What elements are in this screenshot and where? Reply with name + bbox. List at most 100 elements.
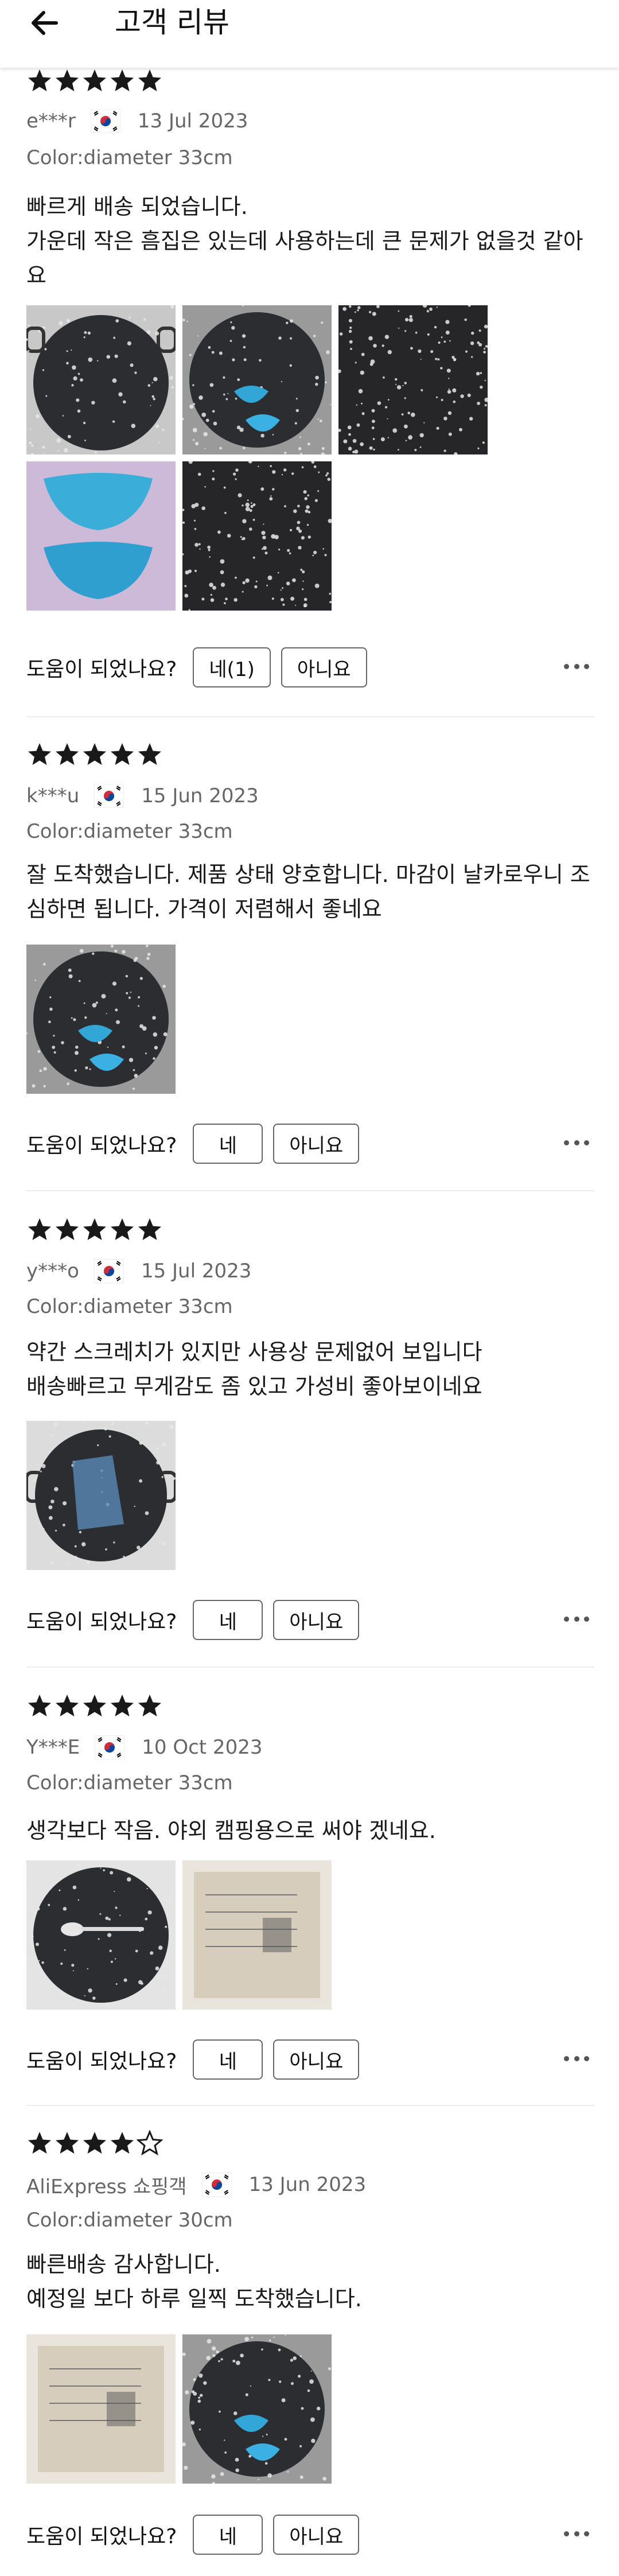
pan-with-blue-handles-photo[interactable] [182, 2334, 332, 2484]
star-filled-icon [54, 741, 80, 768]
helpful-row: 도움이 되었나요? 네 아니요 [26, 2513, 360, 2556]
review-date: 13 Jul 2023 [137, 110, 248, 133]
pan-in-bag-photo[interactable] [26, 1421, 176, 1570]
south-korea-flag-icon [201, 2172, 232, 2197]
review-meta: AliExpress 쇼핑객 13 Jun 2023 [26, 2170, 366, 2199]
reviewer-name: k***u [26, 784, 80, 807]
helpful-yes-button[interactable]: 네 [193, 2039, 263, 2080]
review-text: 약간 스크레치가 있지만 사용상 문제없어 보입니다 배송빠르고 무게감도 좀 … [26, 1339, 482, 1399]
helpful-yes-button[interactable]: 네 [193, 1600, 263, 1640]
review-meta: Y***E 10 Oct 2023 [26, 1733, 262, 1762]
product-box-photo[interactable] [26, 2334, 176, 2484]
top-app-bar: 고객 리뷰 [0, 0, 619, 68]
star-filled-icon [26, 68, 53, 94]
more-options-icon[interactable] [564, 1122, 589, 1163]
star-filled-icon [26, 741, 53, 768]
more-options-icon[interactable] [564, 646, 589, 686]
south-korea-flag-icon [94, 783, 124, 809]
star-rating [26, 741, 163, 768]
review-text: 생각보다 작음. 야외 캠핑용으로 써야 겠네요. [26, 1818, 436, 1843]
star-filled-icon [137, 1693, 163, 1719]
star-empty-icon [137, 2130, 163, 2157]
star-filled-icon [81, 1693, 108, 1719]
page-title: 고객 리뷰 [115, 6, 229, 39]
star-filled-icon [109, 741, 135, 768]
star-filled-icon [109, 2130, 135, 2157]
star-filled-icon [137, 741, 163, 768]
product-variant: Color:diameter 30cm [26, 2209, 233, 2232]
product-variant: Color:diameter 33cm [26, 820, 233, 843]
star-filled-icon [54, 1217, 80, 1243]
star-filled-icon [81, 2130, 108, 2157]
star-rating [26, 1693, 163, 1719]
review-date: 15 Jun 2023 [141, 784, 259, 807]
star-filled-icon [81, 68, 108, 94]
review-meta: k***u 15 Jun 2023 [26, 782, 259, 810]
helpful-row: 도움이 되었나요? 네 아니요 [26, 2038, 360, 2081]
helpful-question: 도움이 되었나요? [26, 658, 177, 681]
star-filled-icon [26, 1693, 53, 1719]
review-meta: y***o 15 Jul 2023 [26, 1257, 251, 1285]
star-filled-icon [54, 1693, 80, 1719]
helpful-no-button[interactable]: 아니요 [273, 1124, 360, 1164]
more-options-icon[interactable] [564, 2038, 589, 2078]
speckled-surface-closeup-photo[interactable] [182, 461, 332, 611]
review-text: 빠르게 배송 되었습니다. 가운데 작은 흠집은 있는데 사용하는데 큰 문제가… [26, 194, 583, 288]
helpful-question: 도움이 되었나요? [26, 2525, 177, 2548]
reviewer-name: Y***E [26, 1736, 80, 1759]
pan-with-spoon-photo[interactable] [26, 1860, 176, 2010]
reviewer-name: e***r [26, 110, 76, 133]
review-divider [26, 1190, 594, 1191]
review-text: 빠른배송 감사합니다. 예정일 보다 하루 일찍 도착했습니다. [26, 2252, 362, 2311]
reviewer-name: AliExpress 쇼핑객 [26, 2175, 187, 2198]
helpful-yes-button[interactable]: 네 [193, 1124, 263, 1164]
star-filled-icon [137, 68, 163, 94]
arrow-left-icon[interactable] [23, 0, 69, 46]
blue-silicone-handles-photo[interactable] [26, 461, 176, 611]
helpful-row: 도움이 되었나요? 네 아니요 [26, 1599, 360, 1641]
helpful-no-button[interactable]: 아니요 [273, 2515, 360, 2555]
south-korea-flag-icon [94, 1735, 125, 1760]
star-filled-icon [26, 2130, 53, 2157]
star-filled-icon [109, 68, 135, 94]
helpful-question: 도움이 되었나요? [26, 2050, 177, 2073]
helpful-no-button[interactable]: 아니요 [281, 647, 367, 687]
review-divider [26, 1666, 594, 1668]
review-divider [26, 716, 594, 717]
star-filled-icon [26, 1217, 53, 1243]
helpful-question: 도움이 되었나요? [26, 1134, 177, 1157]
south-korea-flag-icon [94, 1258, 124, 1284]
star-filled-icon [81, 741, 108, 768]
helpful-row: 도움이 되었나요? 네(1) 아니요 [26, 646, 367, 689]
grill-pan-photo[interactable] [26, 305, 176, 454]
helpful-no-button[interactable]: 아니요 [273, 2039, 360, 2080]
south-korea-flag-icon [90, 108, 121, 134]
star-filled-icon [109, 1693, 135, 1719]
star-rating [26, 1217, 163, 1243]
speckled-surface-closeup-photo[interactable] [338, 305, 488, 454]
star-filled-icon [54, 68, 80, 94]
star-rating [26, 68, 163, 94]
helpful-yes-button[interactable]: 네 [193, 2515, 263, 2555]
star-filled-icon [81, 1217, 108, 1243]
product-variant: Color:diameter 33cm [26, 1771, 233, 1794]
pan-with-blue-handles-photo[interactable] [182, 305, 332, 454]
review-meta: e***r 13 Jul 2023 [26, 107, 248, 135]
more-options-icon[interactable] [564, 1599, 589, 1639]
helpful-yes-button[interactable]: 네(1) [193, 647, 271, 687]
reviewer-name: y***o [26, 1260, 79, 1283]
product-box-photo[interactable] [182, 1860, 332, 2010]
review-divider [26, 2105, 594, 2106]
star-rating [26, 2130, 163, 2157]
star-filled-icon [54, 2130, 80, 2157]
star-filled-icon [137, 1217, 163, 1243]
star-filled-icon [109, 1217, 135, 1243]
helpful-no-button[interactable]: 아니요 [273, 1600, 360, 1640]
helpful-row: 도움이 되었나요? 네 아니요 [26, 1122, 360, 1165]
review-text: 잘 도착했습니다. 제품 상태 양호합니다. 마감이 날카로우니 조심하면 됩니… [26, 862, 590, 922]
review-date: 15 Jul 2023 [141, 1260, 252, 1283]
pan-with-blue-handles-photo[interactable] [26, 945, 176, 1094]
more-options-icon[interactable] [564, 2513, 589, 2554]
product-variant: Color:diameter 33cm [26, 1295, 233, 1318]
product-variant: Color:diameter 33cm [26, 146, 233, 169]
